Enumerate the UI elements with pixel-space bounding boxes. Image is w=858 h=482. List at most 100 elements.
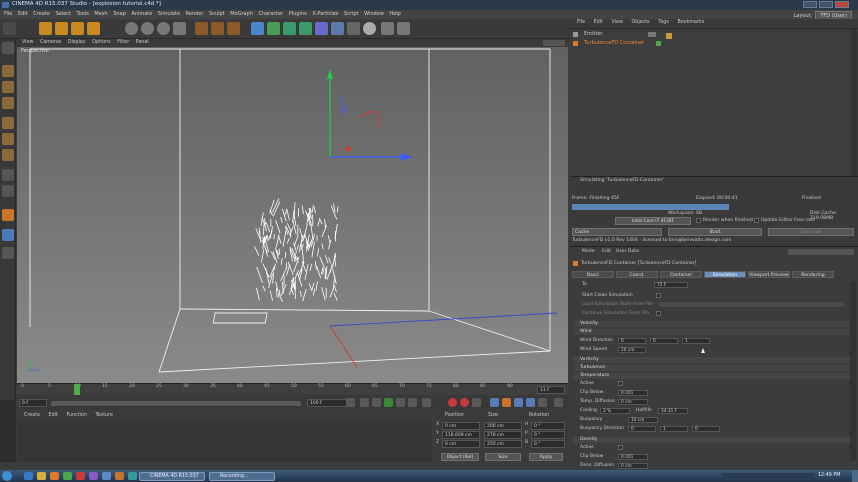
loop-icon[interactable] [422, 398, 431, 407]
taskbar-explorer-icon[interactable] [37, 472, 46, 480]
menu-script[interactable]: Script [344, 10, 359, 19]
record-icon[interactable] [448, 398, 457, 407]
temp-clip-below-field[interactable]: 0.001 [618, 390, 648, 396]
dens-active-checkbox[interactable] [618, 445, 623, 450]
key-param-icon[interactable] [526, 398, 535, 407]
taskbar-ie-icon[interactable] [24, 472, 33, 480]
mat-menu-function[interactable]: Function [66, 412, 86, 420]
autokey-icon[interactable] [460, 398, 469, 407]
prev-key-icon[interactable] [360, 398, 369, 407]
tab-container[interactable]: Container [660, 271, 702, 278]
vp-menu-view[interactable]: View [22, 39, 33, 47]
3d-viewport[interactable]: Perspective [17, 47, 568, 383]
temp-active-checkbox[interactable] [618, 381, 623, 386]
taskbar-app5-icon[interactable] [128, 472, 137, 480]
coord-size-field[interactable]: 200 cm [484, 422, 522, 430]
attr-menu-edit[interactable]: Edit [602, 249, 611, 254]
menu-simulate[interactable]: Simulate [158, 10, 180, 19]
viewport-nav-icons[interactable] [543, 40, 565, 46]
move-icon[interactable] [39, 22, 52, 35]
object-row-tfd-container[interactable]: TurbulenceFD Container [570, 40, 668, 47]
to-field[interactable]: 75 F [654, 282, 688, 288]
obj-menu-file[interactable]: File [577, 19, 585, 27]
x-axis-lock-icon[interactable] [125, 22, 138, 35]
menu-mesh[interactable]: Mesh [94, 10, 107, 19]
sim-continue-button[interactable]: Continue [768, 228, 854, 236]
mat-menu-edit[interactable]: Edit [49, 412, 58, 420]
taskbar-app4-icon[interactable] [115, 472, 124, 480]
snap-icon[interactable] [2, 209, 14, 221]
coord-size-field[interactable]: 278 cm [484, 431, 522, 439]
solo-icon[interactable] [2, 247, 14, 259]
mat-menu-texture[interactable]: Texture [95, 412, 113, 420]
coord-rotation-field[interactable]: 0 ° [531, 422, 565, 430]
taskbar-app3-icon[interactable] [102, 472, 111, 480]
taskbar-app-icon[interactable] [76, 472, 85, 480]
buoyancy-field[interactable]: 10 cm [628, 417, 658, 423]
grid-icon[interactable] [2, 229, 14, 241]
goto-end-icon[interactable] [408, 398, 417, 407]
start-orb-icon[interactable] [2, 471, 12, 481]
obj-menu-edit[interactable]: Edit [594, 19, 603, 27]
coords-mode-dropdown[interactable]: Object (Rel) [441, 453, 479, 461]
menu-tools[interactable]: Tools [77, 10, 89, 19]
section-density[interactable]: Density [574, 437, 850, 443]
cube-icon[interactable] [251, 22, 264, 35]
menu-edit[interactable]: Edit [18, 10, 28, 19]
obj-menu-view[interactable]: View [612, 19, 623, 27]
edges-mode-icon[interactable] [2, 133, 14, 145]
frame-range-slider[interactable] [51, 401, 301, 406]
dens-clip-below-field[interactable]: 0.001 [618, 454, 648, 460]
points-mode-icon[interactable] [2, 117, 14, 129]
load-state-path-field[interactable] [658, 302, 844, 307]
section-velocity[interactable]: Velocity [574, 321, 850, 327]
coord-size-field[interactable]: 250 cm [484, 440, 522, 448]
taskbar-chrome-icon[interactable] [63, 472, 72, 480]
select-icon[interactable] [87, 22, 100, 35]
tab-rendering[interactable]: Rendering [792, 271, 834, 278]
menu-animate[interactable]: Animate [131, 10, 152, 19]
make-editable-icon[interactable] [2, 42, 14, 54]
update-editor-checkbox[interactable] [754, 218, 759, 223]
attr-nav-icons[interactable] [788, 249, 854, 255]
buoyancy-dir-x[interactable]: 0 [628, 426, 656, 432]
current-frame-field[interactable]: 11 F [537, 386, 565, 394]
tab-viewport-preview[interactable]: Viewport Preview [748, 271, 790, 278]
obj-menu-objects[interactable]: Objects [632, 19, 650, 27]
light-icon[interactable] [363, 22, 376, 35]
section-temperature[interactable]: Temperature [574, 373, 850, 379]
vp-menu-display[interactable]: Display [68, 39, 86, 47]
sim-start-button[interactable]: Start [668, 228, 762, 236]
deformer-icon[interactable] [315, 22, 328, 35]
wind-dir-z[interactable]: 1 [682, 338, 710, 344]
tab-basic[interactable]: Basic [572, 271, 614, 278]
obj-scrollbar[interactable] [851, 29, 857, 176]
timeline-menu-icon[interactable] [554, 398, 563, 407]
vp-menu-options[interactable]: Options [92, 39, 111, 47]
goto-start-icon[interactable] [346, 398, 355, 407]
wind-dir-y[interactable]: 0 [650, 338, 678, 344]
texture-mode-icon[interactable] [2, 81, 14, 93]
timeline-ruler[interactable]: 051015202530354045505560657075808590 11 … [17, 383, 568, 395]
coords-apply-button[interactable]: Apply [529, 453, 563, 461]
model-mode-icon[interactable] [2, 65, 14, 77]
tray-icons[interactable] [722, 473, 814, 479]
tweak-mode-icon[interactable] [2, 185, 14, 197]
coord-position-field[interactable]: 0 cm [442, 440, 480, 448]
z-axis-lock-icon[interactable] [157, 22, 170, 35]
render-when-finished-checkbox[interactable] [696, 218, 701, 223]
tab-coord[interactable]: Coord. [616, 271, 658, 278]
next-key-icon[interactable] [396, 398, 405, 407]
pen-icon[interactable] [267, 22, 280, 35]
rotate-icon[interactable] [71, 22, 84, 35]
render-picture-viewer-icon[interactable] [211, 22, 224, 35]
menu-snap[interactable]: Snap [113, 10, 126, 19]
vp-menu-panel[interactable]: Panel [136, 39, 149, 47]
play-backward-icon[interactable] [372, 398, 381, 407]
cooling-field[interactable]: 2 % [600, 408, 630, 414]
undo-icon[interactable] [3, 22, 16, 35]
vp-menu-cameras[interactable]: Cameras [40, 39, 61, 47]
playhead[interactable] [74, 384, 80, 395]
axis-mode-icon[interactable] [2, 169, 14, 181]
keyframe-selection-icon[interactable] [472, 398, 481, 407]
